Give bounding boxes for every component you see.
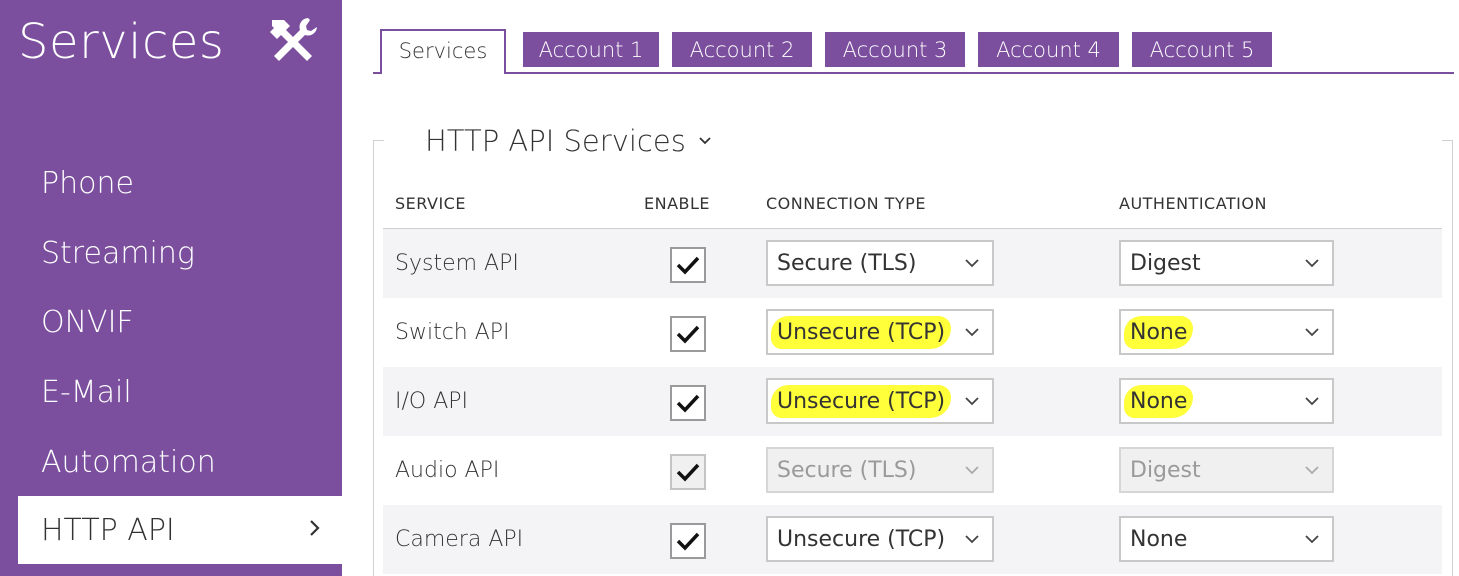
connection-type-select[interactable]: Secure (TLS) xyxy=(766,447,994,493)
table-row: System API Secure (TLS) Digest xyxy=(383,229,1442,298)
service-name: System API xyxy=(395,251,519,276)
connection-type-select[interactable]: Unsecure (TCP) xyxy=(766,309,994,355)
column-header-authentication: AUTHENTICATION xyxy=(1119,194,1267,213)
sidebar-item-onvif[interactable]: ONVIF xyxy=(0,288,342,356)
tab-bar-underline xyxy=(373,72,1454,74)
connection-type-select[interactable]: Unsecure (TCP) xyxy=(766,378,994,424)
select-value: Secure (TLS) xyxy=(777,457,917,483)
chevron-down-icon xyxy=(965,535,979,544)
checkmark-icon xyxy=(676,256,700,275)
checkmark-icon xyxy=(676,394,700,413)
service-name: Switch API xyxy=(395,320,510,345)
enable-checkbox[interactable] xyxy=(670,454,706,490)
tab-label: Account 4 xyxy=(996,37,1101,62)
chevron-down-icon xyxy=(965,397,979,406)
checkmark-icon xyxy=(676,463,700,482)
connection-type-select[interactable]: Unsecure (TCP) xyxy=(766,516,994,562)
chevron-down-icon xyxy=(1305,535,1319,544)
sidebar-item-label: Automation xyxy=(41,444,216,480)
sidebar-item-label: HTTP API xyxy=(41,512,175,548)
chevron-down-icon xyxy=(699,137,711,145)
column-header-connection-type: CONNECTION TYPE xyxy=(766,194,926,213)
checkmark-icon xyxy=(676,325,700,344)
tab-label: Account 2 xyxy=(689,37,795,62)
tab-label: Account 1 xyxy=(538,37,644,62)
tab-services[interactable]: Services xyxy=(380,29,506,74)
sidebar: Services Phone Streaming ONVIF E-Mail Au… xyxy=(0,0,342,576)
select-value: Digest xyxy=(1130,457,1201,483)
service-name: I/O API xyxy=(395,389,469,414)
table-row: Switch API Unsecure (TCP) None xyxy=(383,298,1442,367)
section-title: HTTP API Services xyxy=(425,124,686,158)
authentication-select[interactable]: None xyxy=(1119,309,1334,355)
table-row: Audio API Secure (TLS) Digest xyxy=(383,436,1442,505)
tab-label: Services xyxy=(398,38,488,63)
sidebar-item-label: E-Mail xyxy=(41,374,132,410)
sidebar-item-label: Streaming xyxy=(41,235,195,271)
tab-label: Account 5 xyxy=(1149,37,1255,62)
select-value: None xyxy=(1128,319,1190,345)
sidebar-item-streaming[interactable]: Streaming xyxy=(0,219,342,287)
column-header-service: SERVICE xyxy=(395,194,466,213)
tab-account-5[interactable]: Account 5 xyxy=(1132,32,1272,67)
column-header-enable: ENABLE xyxy=(644,194,711,213)
service-name: Audio API xyxy=(395,458,500,483)
sidebar-item-label: Phone xyxy=(41,165,134,201)
sidebar-item-phone[interactable]: Phone xyxy=(0,149,342,217)
tab-account-3[interactable]: Account 3 xyxy=(825,32,965,67)
connection-type-select[interactable]: Secure (TLS) xyxy=(766,240,994,286)
select-value: Digest xyxy=(1130,250,1201,276)
chevron-down-icon xyxy=(1305,328,1319,337)
enable-checkbox[interactable] xyxy=(670,523,706,559)
sidebar-title: Services xyxy=(18,14,225,70)
authentication-select[interactable]: None xyxy=(1119,516,1334,562)
select-value: Unsecure (TCP) xyxy=(777,526,946,552)
chevron-down-icon xyxy=(1305,466,1319,475)
hammer-wrench-icon xyxy=(270,18,317,61)
authentication-select[interactable]: Digest xyxy=(1119,240,1334,286)
enable-checkbox[interactable] xyxy=(670,385,706,421)
select-value: Secure (TLS) xyxy=(777,250,917,276)
authentication-select[interactable]: Digest xyxy=(1119,447,1334,493)
chevron-right-icon xyxy=(310,520,320,536)
table-row: I/O API Unsecure (TCP) None xyxy=(383,367,1442,436)
enable-checkbox[interactable] xyxy=(670,316,706,352)
sidebar-item-http-api[interactable]: HTTP API xyxy=(18,496,342,564)
sidebar-item-email[interactable]: E-Mail xyxy=(0,358,342,426)
sidebar-item-automation[interactable]: Automation xyxy=(0,428,342,496)
section-toggle[interactable]: HTTP API Services xyxy=(425,124,712,158)
enable-checkbox[interactable] xyxy=(670,247,706,283)
tab-account-2[interactable]: Account 2 xyxy=(672,32,812,67)
tab-account-4[interactable]: Account 4 xyxy=(978,32,1119,67)
tab-label: Account 3 xyxy=(842,37,948,62)
select-value: None xyxy=(1130,526,1188,552)
authentication-select[interactable]: None xyxy=(1119,378,1334,424)
select-value: Unsecure (TCP) xyxy=(775,388,948,414)
service-name: Camera API xyxy=(395,527,524,552)
table-row: Camera API Unsecure (TCP) None xyxy=(383,505,1442,574)
tab-account-1[interactable]: Account 1 xyxy=(523,32,659,67)
chevron-down-icon xyxy=(965,328,979,337)
sidebar-item-label: ONVIF xyxy=(41,304,134,340)
chevron-down-icon xyxy=(965,466,979,475)
select-value: None xyxy=(1128,388,1190,414)
select-value: Unsecure (TCP) xyxy=(775,319,948,345)
chevron-down-icon xyxy=(965,259,979,268)
chevron-down-icon xyxy=(1305,397,1319,406)
chevron-down-icon xyxy=(1305,259,1319,268)
checkmark-icon xyxy=(676,532,700,551)
